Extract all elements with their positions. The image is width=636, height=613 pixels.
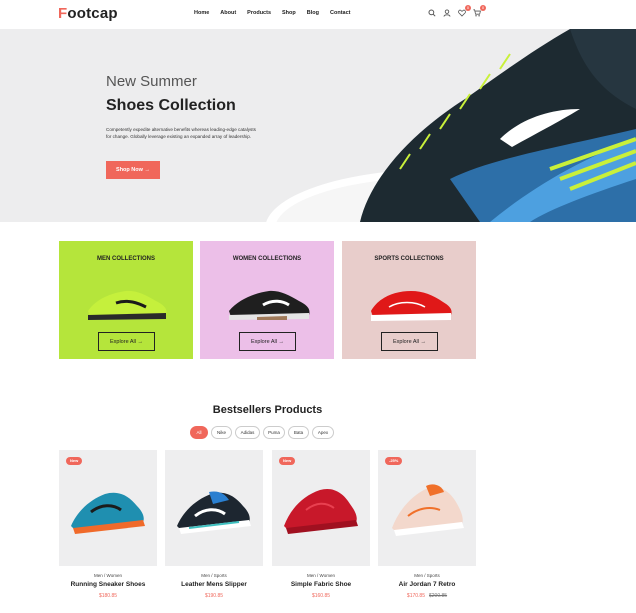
product-card[interactable]: -25% Men / Sports Air Jordan 7 Retro $17… [378, 450, 476, 613]
shoe-image [284, 488, 358, 534]
nav-blog[interactable]: Blog [307, 10, 319, 16]
sports-shoe-image [371, 291, 452, 321]
hero-shoe-image [266, 29, 636, 222]
product-image: New [272, 450, 370, 566]
product-image: -25% [378, 450, 476, 566]
hero-subtitle: New Summer [106, 73, 197, 90]
product-name[interactable]: Air Jordan 7 Retro [378, 581, 476, 588]
men-shoe-image [88, 290, 167, 320]
product-price-row: $160.85 [272, 593, 370, 599]
product-price: $190.85 [204, 593, 224, 599]
collection-title: SPORTS COLLECTIONS [374, 256, 444, 262]
product-price-row: $180.85 [59, 593, 157, 599]
product-image [165, 450, 263, 566]
women-shoe-image [229, 290, 310, 320]
filter-apex[interactable]: Apex [312, 426, 334, 439]
explore-all-button[interactable]: Explore All → [239, 332, 296, 351]
filter-nike[interactable]: Nike [211, 426, 232, 439]
nav-home[interactable]: Home [194, 10, 209, 16]
product-badge: New [279, 457, 296, 465]
shoe-image [177, 491, 251, 534]
brand-filter-tabs: All Nike Adidas Puma Bata Apex [190, 426, 337, 439]
search-icon[interactable] [427, 8, 437, 18]
product-badge: New [66, 457, 83, 465]
user-icon[interactable] [442, 8, 452, 18]
product-category: Men / Women [94, 573, 122, 578]
filter-puma[interactable]: Puma [263, 426, 285, 439]
product-card[interactable]: Men / Sports Leather Mens Slipper $190.8… [165, 450, 263, 613]
collection-title: WOMEN COLLECTIONS [232, 256, 302, 262]
product-price-row: $170.85 $200.85 [378, 593, 476, 599]
hero-title: Shoes Collection [106, 97, 236, 114]
filter-bata[interactable]: Bata [288, 426, 309, 439]
main-nav: Home About Products Shop Blog Contact [194, 10, 361, 16]
cart-icon[interactable]: 0 [472, 5, 486, 18]
shoe-image [392, 484, 464, 536]
explore-all-button[interactable]: Explore All → [98, 332, 155, 351]
product-price: $170.85 [406, 593, 425, 599]
product-price: $160.85 [311, 593, 331, 599]
product-name[interactable]: Running Sneaker Shoes [59, 581, 157, 588]
site-header: Footcap Home About Products Shop Blog Co… [0, 0, 636, 29]
product-price: $180.85 [98, 593, 118, 599]
men-collection-card[interactable]: MEN COLLECTIONS Explore All → [59, 241, 193, 359]
product-card[interactable]: New Men / Women Running Sneaker Shoes $1… [59, 450, 157, 613]
product-name[interactable]: Leather Mens Slipper [165, 581, 263, 588]
shoe-image [71, 492, 145, 534]
product-price-row: $190.85 [165, 593, 263, 599]
product-category: Men / Women [307, 573, 335, 578]
nav-contact[interactable]: Contact [330, 10, 350, 16]
nav-about[interactable]: About [220, 10, 236, 16]
header-actions: 0 0 [427, 5, 487, 18]
filter-all[interactable]: All [190, 426, 208, 439]
nav-products[interactable]: Products [247, 10, 271, 16]
hero-description: Competently expedite alternative benefit… [106, 127, 256, 139]
heart-icon[interactable]: 0 [457, 5, 471, 18]
sports-collection-card[interactable]: SPORTS COLLECTIONS Explore All → [342, 241, 476, 359]
explore-all-button[interactable]: Explore All → [381, 332, 438, 351]
logo[interactable]: Footcap [58, 5, 118, 22]
product-category: Men / Sports [201, 573, 227, 578]
cart-count-badge: 0 [480, 5, 486, 11]
women-collection-card[interactable]: WOMEN COLLECTIONS Explore All → [200, 241, 334, 359]
product-old-price: $200.85 [429, 593, 448, 599]
product-name[interactable]: Simple Fabric Shoe [272, 581, 370, 588]
product-badge: -25% [385, 457, 403, 465]
product-card[interactable]: New Men / Women Simple Fabric Shoe $160.… [272, 450, 370, 613]
hero-banner: New Summer Shoes Collection Competently … [0, 29, 636, 222]
product-category: Men / Sports [414, 573, 440, 578]
wishlist-count-badge: 0 [465, 5, 471, 11]
filter-adidas[interactable]: Adidas [235, 426, 260, 439]
collection-title: MEN COLLECTIONS [97, 256, 155, 262]
bestsellers-heading: Bestsellers Products [212, 404, 323, 416]
shop-now-button[interactable]: Shop Now → [106, 161, 160, 179]
nav-shop[interactable]: Shop [282, 10, 296, 16]
product-image: New [59, 450, 157, 566]
